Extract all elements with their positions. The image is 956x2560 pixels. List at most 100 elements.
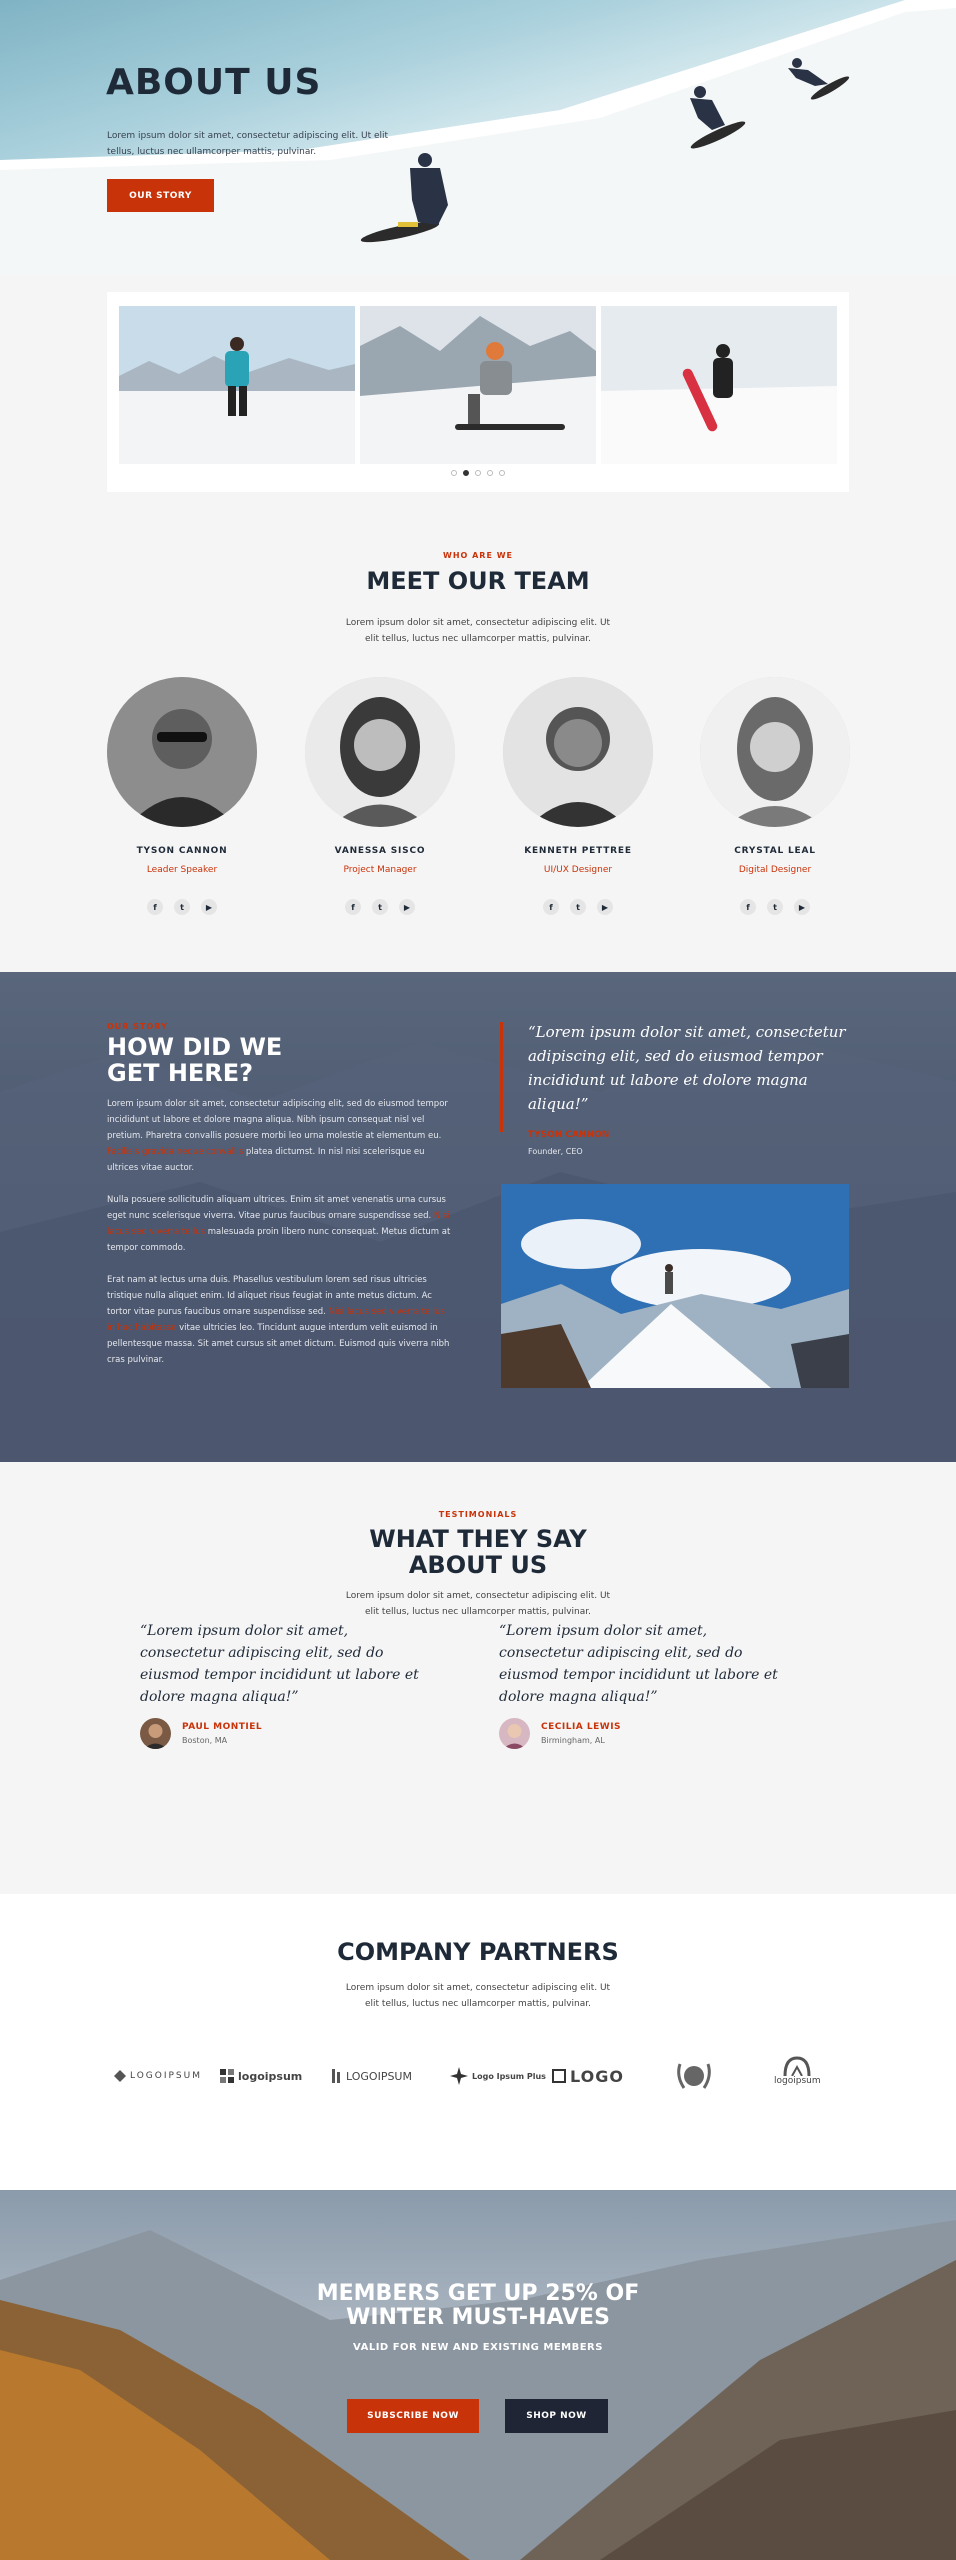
partner-logos: LOGOIPSUM logoipsum LOGOIPSUM Logo Ipsum… (106, 2056, 850, 2096)
testimonial-location: Birmingham, AL (541, 1736, 605, 1745)
history-paragraph-1: Lorem ipsum dolor sit amet, consectetur … (107, 1099, 448, 1173)
twitter-icon[interactable]: t (174, 899, 190, 915)
youtube-icon[interactable]: ▶ (399, 899, 415, 915)
logo-mark-icon (450, 2067, 468, 2085)
cta-title: MEMBERS GET UP 25% OF WINTER MUST-HAVES (316, 2281, 640, 2330)
member-socials: f t ▶ (700, 899, 850, 915)
arch-logo-icon (783, 2056, 811, 2076)
member-role: Digital Designer (738, 865, 812, 875)
member-role: Leader Speaker (146, 865, 218, 875)
member-name: VANESSA SISCO (334, 846, 426, 856)
team-member-2: VANESSA SISCO Project Manager f t ▶ (305, 677, 455, 915)
history-quote-name: TYSON CANNON (528, 1130, 610, 1140)
hero-title: ABOUT US (106, 62, 322, 103)
quote-accent-bar (500, 1022, 503, 1132)
history-link-4[interactable]: hac habitasse (117, 1323, 176, 1333)
our-story-button[interactable]: OUR STORY (107, 179, 214, 212)
snowboarder-with-board-photo (601, 306, 837, 464)
carousel-slide-3[interactable] (601, 306, 837, 464)
logo-mark-icon (552, 2069, 566, 2083)
testimonial-card-2: “Lorem ipsum dolor sit amet, consectetur… (499, 1620, 779, 1749)
history-paragraph-2: Nulla posuere sollicitudin aliquam ultri… (107, 1195, 451, 1253)
testimonial-quote: “Lorem ipsum dolor sit amet, consectetur… (499, 1623, 778, 1705)
partner-logo-2[interactable]: logoipsum (220, 2056, 302, 2096)
twitter-icon[interactable]: t (372, 899, 388, 915)
partners-title: COMPANY PARTNERS (337, 1938, 619, 1966)
cta-subtitle: VALID FOR NEW AND EXISTING MEMBERS (353, 2342, 603, 2353)
carousel-dot-3[interactable] (475, 470, 481, 476)
subscribe-button[interactable]: SUBSCRIBE NOW (347, 2399, 479, 2433)
testimonial-author: PAUL MONTIEL Boston, MA (140, 1718, 420, 1749)
carousel-dot-4[interactable] (487, 470, 493, 476)
facebook-icon[interactable]: f (345, 899, 361, 915)
youtube-icon[interactable]: ▶ (597, 899, 613, 915)
facebook-icon[interactable]: f (543, 899, 559, 915)
mountain-forest-background (0, 2220, 956, 2560)
avatar (107, 677, 257, 827)
history-link-1[interactable]: Facilisis gravida neque convallis (107, 1147, 243, 1157)
partner-logo-4[interactable]: Logo Ipsum Plus (450, 2056, 546, 2096)
testimonials-eyebrow: TESTIMONIALS (438, 1510, 518, 1519)
avatar (503, 677, 653, 827)
partner-logo-6[interactable] (674, 2056, 714, 2096)
avatar (305, 677, 455, 827)
youtube-icon[interactable]: ▶ (201, 899, 217, 915)
history-eyebrow: OUR STORY (107, 1022, 168, 1031)
testimonial-location: Boston, MA (182, 1736, 228, 1745)
member-name: KENNETH PETTREE (524, 846, 632, 856)
youtube-icon[interactable]: ▶ (794, 899, 810, 915)
facebook-icon[interactable]: f (740, 899, 756, 915)
hero-text: Lorem ipsum dolor sit amet, consectetur … (107, 131, 389, 157)
member-role: Project Manager (343, 865, 417, 875)
carousel-slide-1[interactable] (119, 306, 355, 464)
partners-section: COMPANY PARTNERS Lorem ipsum dolor sit a… (0, 1894, 956, 2190)
member-socials: f t ▶ (107, 899, 257, 915)
avatar (140, 1718, 171, 1749)
testimonial-quote: “Lorem ipsum dolor sit amet, consectetur… (140, 1623, 419, 1705)
page: ABOUT US Lorem ipsum dolor sit amet, con… (0, 0, 956, 2560)
carousel-dots (107, 470, 849, 476)
partner-logo-1[interactable]: LOGOIPSUM (114, 2056, 202, 2096)
carousel-dot-2[interactable] (463, 470, 469, 476)
history-photo (501, 1184, 849, 1388)
testimonials-section: TESTIMONIALS WHAT THEY SAY ABOUT US Lore… (0, 1462, 956, 1894)
testimonial-name: PAUL MONTIEL (182, 1722, 263, 1732)
carousel-dot-5[interactable] (499, 470, 505, 476)
testimonials-title: WHAT THEY SAY ABOUT US (369, 1525, 587, 1579)
logo-mark-icon (220, 2069, 234, 2083)
carousel-dot-1[interactable] (451, 470, 457, 476)
partner-logo-3[interactable]: LOGOIPSUM (332, 2056, 412, 2096)
member-socials: f t ▶ (503, 899, 653, 915)
team-member-3: KENNETH PETTREE UI/UX Designer f t ▶ (503, 677, 653, 915)
snowboarder-sitting-photo (360, 306, 596, 464)
history-body: Lorem ipsum dolor sit amet, consectetur … (107, 1096, 455, 1384)
hiker-photo (119, 306, 355, 464)
history-quote: “Lorem ipsum dolor sit amet, consectetur… (528, 1023, 846, 1113)
partners-text: Lorem ipsum dolor sit amet, consectetur … (345, 1983, 611, 2009)
team-text: Lorem ipsum dolor sit amet, consectetur … (345, 618, 611, 644)
twitter-icon[interactable]: t (767, 899, 783, 915)
avatar (499, 1718, 530, 1749)
member-role: UI/UX Designer (543, 865, 613, 875)
team-eyebrow: WHO ARE WE (443, 551, 513, 560)
team-member-4: CRYSTAL LEAL Digital Designer f t ▶ (700, 677, 850, 915)
member-name: CRYSTAL LEAL (734, 846, 816, 856)
partner-logo-5[interactable]: LOGO (552, 2056, 624, 2096)
hero-section: ABOUT US Lorem ipsum dolor sit amet, con… (0, 0, 956, 275)
member-name: TYSON CANNON (136, 846, 228, 856)
photo-carousel (107, 292, 849, 492)
facebook-icon[interactable]: f (147, 899, 163, 915)
laurel-logo-icon (677, 2063, 711, 2089)
history-quote-role: Founder, CEO (528, 1147, 583, 1156)
testimonial-card-1: “Lorem ipsum dolor sit amet, consectetur… (140, 1620, 420, 1749)
carousel-slide-2[interactable] (360, 306, 596, 464)
logo-mark-icon (332, 2069, 340, 2083)
shop-now-button[interactable]: SHOP NOW (505, 2399, 608, 2433)
twitter-icon[interactable]: t (570, 899, 586, 915)
avatar (700, 677, 850, 827)
member-socials: f t ▶ (305, 899, 455, 915)
history-paragraph-3: Erat nam at lectus urna duis. Phasellus … (107, 1275, 450, 1365)
partner-logo-7[interactable]: logoipsum (774, 2056, 821, 2096)
testimonial-name: CECILIA LEWIS (541, 1722, 622, 1732)
cta-section: MEMBERS GET UP 25% OF WINTER MUST-HAVES … (0, 2190, 956, 2560)
